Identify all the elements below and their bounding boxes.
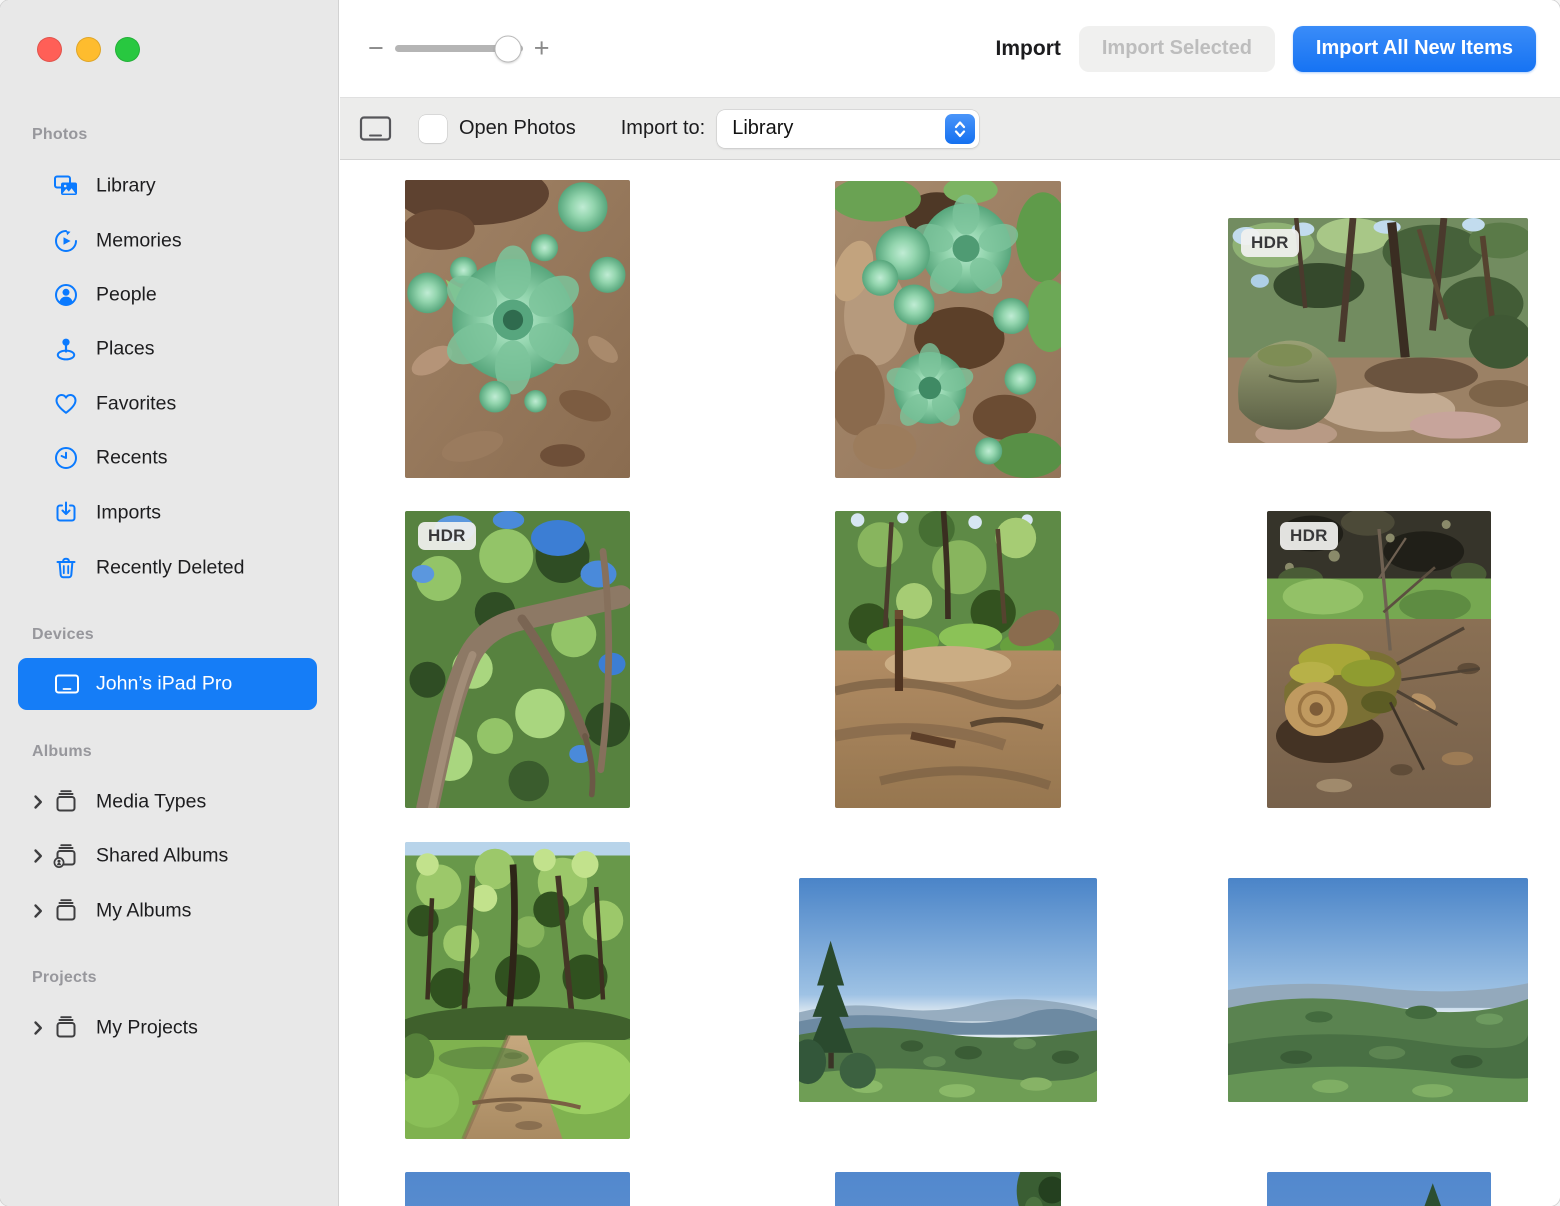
dropdown-stepper-icon <box>945 114 975 144</box>
photo-thumbnail[interactable] <box>1267 1172 1491 1206</box>
sidebar-item-favorites[interactable]: Favorites <box>0 377 338 431</box>
open-photos-label: Open Photos <box>459 117 576 140</box>
album-icon <box>52 1014 80 1042</box>
album-icon <box>52 788 80 816</box>
import-to-label: Import to: <box>621 117 705 140</box>
close-button[interactable] <box>37 37 62 62</box>
ipad-icon <box>53 670 81 698</box>
photo-thumbnail[interactable] <box>405 842 630 1139</box>
memories-icon <box>52 227 80 255</box>
chevron-right-icon[interactable] <box>28 901 48 921</box>
window-controls <box>37 37 140 62</box>
hdr-badge: HDR <box>418 522 476 550</box>
import-destination-value: Library <box>732 117 793 140</box>
import-options-bar: Open Photos Import to: Library <box>340 97 1560 160</box>
hdr-badge: HDR <box>1241 229 1299 257</box>
photo-thumbnail[interactable] <box>835 1172 1061 1206</box>
import-box-icon <box>52 499 80 527</box>
sidebar-item-recently-deleted[interactable]: Recently Deleted <box>0 541 338 595</box>
album-icon <box>52 897 80 925</box>
page-title: Import <box>996 37 1061 61</box>
places-icon <box>52 335 80 363</box>
sidebar-item-label: Media Types <box>96 791 206 814</box>
sidebar-item-shared-albums[interactable]: Shared Albums <box>0 829 338 883</box>
sidebar-item-label: Memories <box>96 230 182 253</box>
photos-app-window: Photos Library Memories People Places <box>0 0 1560 1206</box>
photo-thumbnail[interactable] <box>405 180 630 478</box>
library-icon <box>52 172 80 200</box>
toolbar: − + Import Import Selected Import All Ne… <box>340 0 1560 97</box>
trash-icon <box>52 554 80 582</box>
sidebar-item-johns-ipad-pro[interactable]: John’s iPad Pro <box>18 658 317 710</box>
sidebar-item-media-types[interactable]: Media Types <box>0 775 338 829</box>
sidebar-item-label: John’s iPad Pro <box>96 673 232 696</box>
photo-thumbnail[interactable] <box>1228 878 1528 1102</box>
zoom-slider[interactable] <box>395 45 523 52</box>
sidebar-item-my-projects[interactable]: My Projects <box>0 1001 338 1055</box>
sidebar-section-albums-header: Albums <box>32 743 92 761</box>
sidebar-item-label: Shared Albums <box>96 845 228 868</box>
sidebar-item-label: People <box>96 284 157 307</box>
sidebar-item-label: Places <box>96 338 155 361</box>
import-all-new-items-button[interactable]: Import All New Items <box>1293 26 1536 72</box>
sidebar-item-label: Recently Deleted <box>96 557 245 580</box>
sidebar-item-label: Imports <box>96 502 161 525</box>
import-destination-dropdown[interactable]: Library <box>717 110 979 148</box>
sidebar-item-label: Recents <box>96 447 168 470</box>
sidebar-item-places[interactable]: Places <box>0 322 338 376</box>
fullscreen-button[interactable] <box>115 37 140 62</box>
sidebar-item-recents[interactable]: Recents <box>0 431 338 485</box>
photo-thumbnail[interactable]: HDR <box>405 511 630 808</box>
heart-icon <box>52 390 80 418</box>
sidebar-item-memories[interactable]: Memories <box>0 214 338 268</box>
sidebar-section-photos-header: Photos <box>32 126 87 144</box>
sidebar-item-my-albums[interactable]: My Albums <box>0 884 338 938</box>
sidebar-section-projects-header: Projects <box>32 969 97 987</box>
chevron-right-icon[interactable] <box>28 1018 48 1038</box>
device-ipad-icon <box>359 115 392 142</box>
sidebar: Photos Library Memories People Places <box>0 0 339 1206</box>
zoom-slider-thumb[interactable] <box>494 35 521 62</box>
zoom-in-icon[interactable]: + <box>534 35 550 62</box>
minimize-button[interactable] <box>76 37 101 62</box>
sidebar-item-label: Library <box>96 175 156 198</box>
sidebar-item-label: My Albums <box>96 900 191 923</box>
sidebar-section-devices-header: Devices <box>32 626 94 644</box>
thumbnail-zoom-control: − + <box>368 35 550 62</box>
sidebar-item-people[interactable]: People <box>0 268 338 322</box>
sidebar-item-label: Favorites <box>96 393 176 416</box>
photo-thumbnail[interactable] <box>405 1172 630 1206</box>
open-photos-checkbox[interactable] <box>419 115 447 143</box>
sidebar-item-imports[interactable]: Imports <box>0 486 338 540</box>
chevron-right-icon[interactable] <box>28 792 48 812</box>
sidebar-item-library[interactable]: Library <box>0 159 338 213</box>
zoom-out-icon[interactable]: − <box>368 35 384 62</box>
import-selected-button[interactable]: Import Selected <box>1079 26 1275 72</box>
photo-thumbnail[interactable] <box>835 181 1061 478</box>
sidebar-item-label: My Projects <box>96 1017 198 1040</box>
photo-thumbnail[interactable]: HDR <box>1267 511 1491 808</box>
photo-thumbnail[interactable] <box>835 511 1061 808</box>
photo-thumbnail[interactable]: HDR <box>1228 218 1528 443</box>
hdr-badge: HDR <box>1280 522 1338 550</box>
photo-grid: HDR HDR <box>340 160 1560 1206</box>
people-icon <box>52 281 80 309</box>
chevron-right-icon[interactable] <box>28 846 48 866</box>
photo-thumbnail[interactable] <box>799 878 1097 1102</box>
shared-album-icon <box>52 842 80 870</box>
clock-icon <box>52 444 80 472</box>
